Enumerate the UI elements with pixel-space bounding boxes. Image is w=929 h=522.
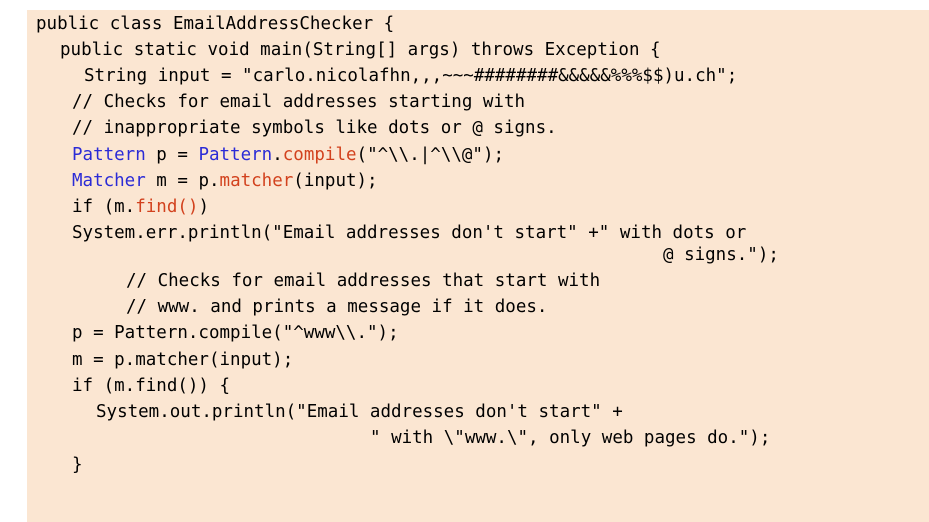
code-line-comment-1: // Checks for email addresses starting w… — [72, 92, 526, 112]
method-name: find() — [135, 197, 199, 217]
code-line-comment-2: // inappropriate symbols like dots or @ … — [72, 118, 557, 138]
code-text: . — [272, 145, 283, 165]
code-line-main-method: public static void main(String[] args) t… — [60, 40, 661, 60]
code-line-comment-3: // Checks for email addresses that start… — [126, 271, 601, 291]
code-line-pattern-compile: Pattern p = Pattern.compile("^\\.|^\\@")… — [72, 144, 504, 166]
code-text: ) — [198, 197, 209, 217]
type-name: Matcher — [72, 171, 146, 191]
code-text: ("^\\.|^\\@"); — [356, 145, 505, 165]
code-text: m = p. — [145, 171, 220, 191]
code-line-comment-4: // www. and prints a message if it does. — [126, 297, 548, 317]
method-name: compile — [282, 145, 357, 165]
code-text: p = — [145, 145, 199, 165]
type-name: Pattern — [198, 145, 273, 165]
code-text: (input); — [293, 171, 378, 191]
code-line-input-string: String input = "carlo.nicolafhn,,,~~~###… — [84, 66, 738, 86]
code-line-pattern-www: p = Pattern.compile("^www\\."); — [72, 323, 399, 343]
code-text: if (m. — [72, 197, 136, 217]
code-line-matcher-input: m = p.matcher(input); — [72, 350, 294, 370]
code-line-err-println-cont: @ signs."); — [663, 245, 779, 265]
method-name: matcher — [219, 171, 294, 191]
type-name: Pattern — [72, 145, 146, 165]
code-line-if-find: if (m.find()) — [72, 196, 209, 218]
code-line-matcher: Matcher m = p.matcher(input); — [72, 170, 378, 192]
code-line-class-declaration: public class EmailAddressChecker { — [36, 14, 395, 34]
code-line-closing-brace: } — [72, 455, 83, 475]
code-line-out-println-cont: " with \"www.\", only web pages do."); — [370, 428, 771, 448]
code-line-if-find-block: if (m.find()) { — [72, 376, 231, 396]
code-line-err-println: System.err.println("Email addresses don'… — [72, 223, 747, 243]
code-line-out-println: System.out.println("Email addresses don'… — [96, 402, 623, 422]
